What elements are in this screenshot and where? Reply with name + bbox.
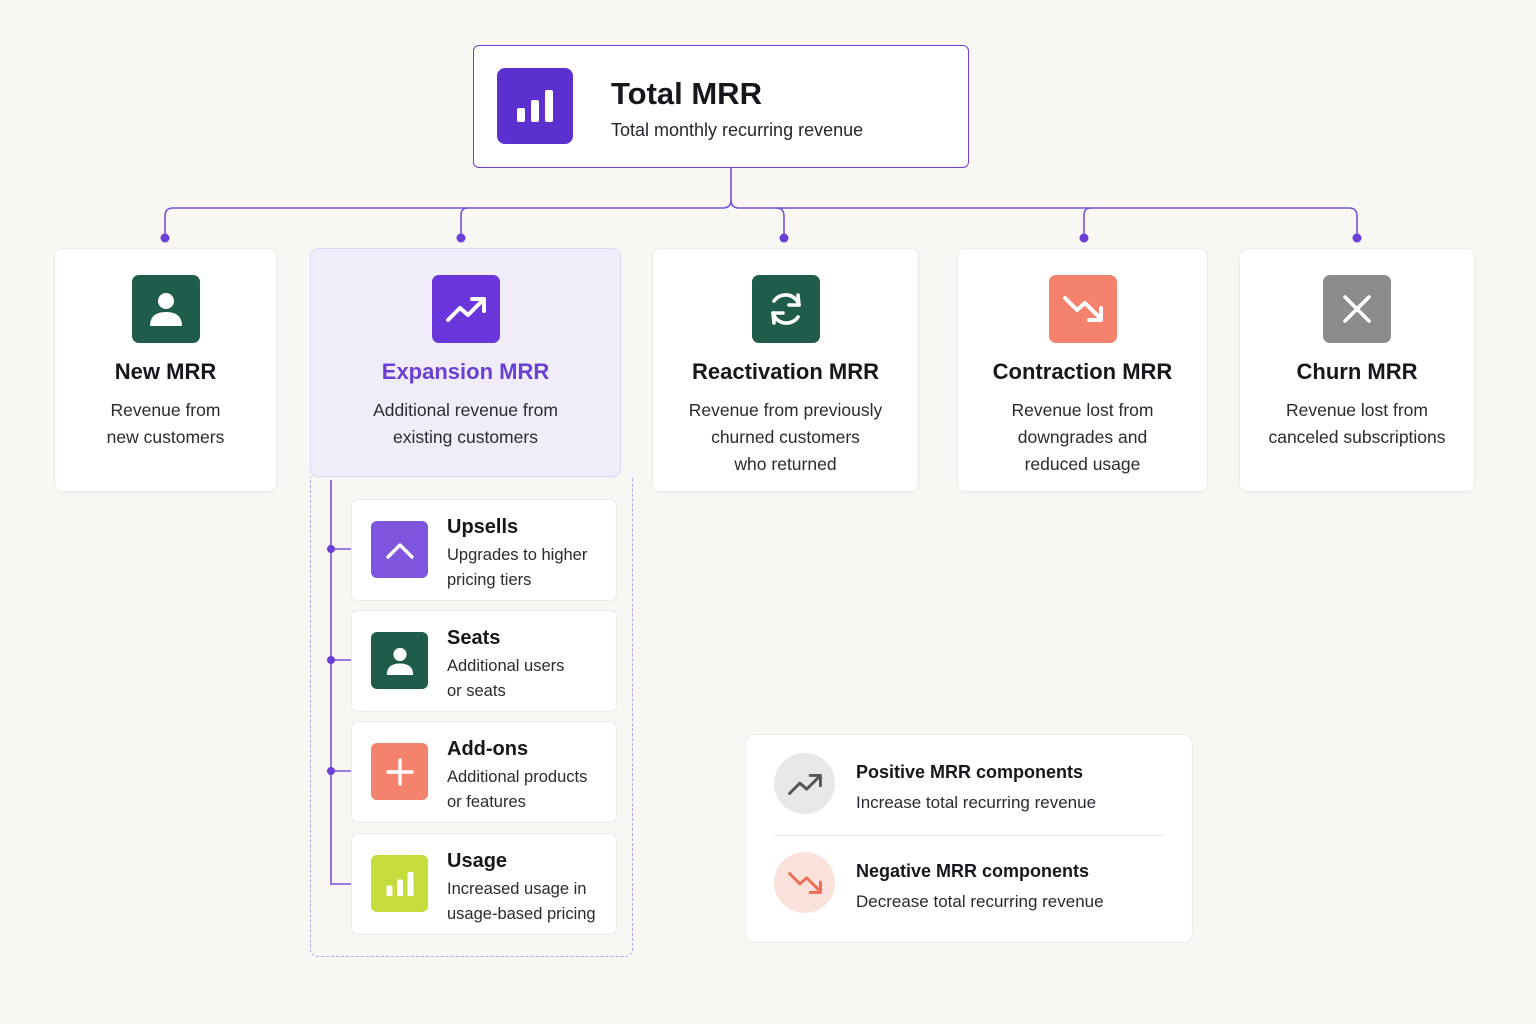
legend-positive: Positive MRR components Increase total r…: [774, 753, 1164, 833]
legend-negative: Negative MRR components Decrease total r…: [774, 852, 1164, 932]
plus-icon: [371, 743, 428, 800]
trending-up-icon: [774, 753, 835, 814]
usage-card: Usage Increased usage in usage-based pri…: [351, 833, 617, 935]
total-mrr-title: Total MRR: [611, 76, 762, 111]
reactivation-mrr-card: Reactivation MRR Revenue from previously…: [652, 248, 919, 492]
connector-dot: [1352, 233, 1362, 243]
legend: Positive MRR components Increase total r…: [745, 734, 1193, 943]
total-mrr-subtitle: Total monthly recurring revenue: [611, 120, 864, 140]
usage-title: Usage: [447, 850, 508, 872]
churn-mrr-title: Churn MRR: [1296, 359, 1418, 384]
seats-title: Seats: [447, 627, 501, 649]
legend-divider: [774, 835, 1164, 836]
trending-up-icon: [431, 275, 500, 343]
trending-down-icon: [1048, 275, 1117, 343]
connector-dot: [1079, 233, 1089, 243]
reactivation-mrr-description: Revenue from previously churned customer…: [688, 400, 883, 474]
contraction-mrr-card: Contraction MRR Revenue lost from downgr…: [957, 248, 1208, 492]
legend-negative-description: Decrease total recurring revenue: [856, 892, 1104, 911]
bar-chart-icon: [371, 855, 428, 912]
bar-chart-icon: [497, 68, 573, 144]
churn-mrr-description: Revenue lost from canceled subscriptions: [1268, 400, 1446, 447]
total-mrr-card: Total MRR Total monthly recurring revenu…: [473, 45, 969, 168]
seats-card: Seats Additional users or seats: [351, 610, 617, 712]
close-icon: [1323, 275, 1391, 343]
legend-negative-title: Negative MRR components: [856, 861, 1090, 881]
connector-dot: [160, 233, 170, 243]
seats-description: Additional users or seats: [447, 657, 565, 700]
user-icon: [371, 632, 428, 689]
new-mrr-card: New MRR Revenue from new customers: [54, 248, 277, 492]
user-icon: [131, 275, 200, 343]
expansion-mrr-title: Expansion MRR: [381, 359, 550, 384]
contraction-mrr-title: Contraction MRR: [992, 359, 1173, 384]
expansion-mrr-card: Expansion MRR Additional revenue from ex…: [310, 248, 621, 477]
upsells-card: Upsells Upgrades to higher pricing tiers: [351, 499, 617, 601]
legend-positive-description: Increase total recurring revenue: [856, 793, 1097, 812]
legend-positive-title: Positive MRR components: [856, 762, 1084, 782]
add-ons-title: Add-ons: [447, 738, 529, 760]
upsells-title: Upsells: [447, 516, 519, 538]
contraction-mrr-description: Revenue lost from downgrades and reduced…: [1011, 400, 1154, 474]
connector-dot: [779, 233, 789, 243]
reactivation-mrr-title: Reactivation MRR: [691, 359, 880, 384]
trending-down-icon: [774, 852, 835, 913]
chevron-up-icon: [371, 521, 428, 578]
new-mrr-title: New MRR: [114, 359, 217, 384]
refresh-icon: [751, 275, 820, 343]
connector-dot: [456, 233, 466, 243]
churn-mrr-card: Churn MRR Revenue lost from canceled sub…: [1239, 248, 1475, 492]
upsells-description: Upgrades to higher pricing tiers: [447, 546, 588, 589]
new-mrr-description: Revenue from new customers: [106, 400, 225, 447]
usage-description: Increased usage in usage-based pricing: [447, 880, 596, 923]
add-ons-card: Add-ons Additional products or features: [351, 721, 617, 823]
expansion-mrr-description: Additional revenue from existing custome…: [373, 400, 558, 447]
add-ons-description: Additional products or features: [447, 768, 588, 811]
